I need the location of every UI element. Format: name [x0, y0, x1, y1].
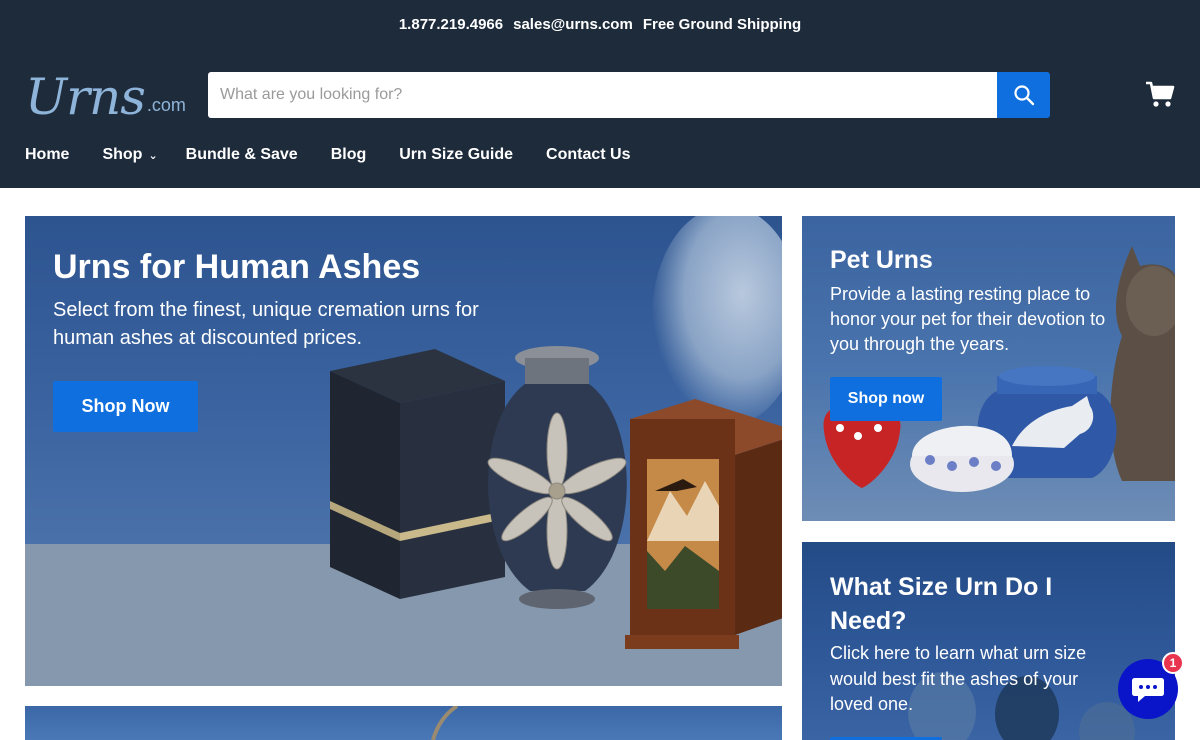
urn-size-guide-banner[interactable]: What Size Urn Do I Need? Click here to l…	[802, 542, 1175, 740]
hero-description: Select from the finest, unique cremation…	[53, 299, 479, 349]
nav-blog-label: Blog	[330, 146, 367, 163]
search-input[interactable]	[208, 72, 997, 118]
nav-bundle-save[interactable]: Bundle & Save	[186, 146, 298, 164]
cart-icon[interactable]	[1144, 78, 1176, 110]
next-banner[interactable]	[25, 706, 782, 740]
hero-urns-image	[330, 346, 782, 649]
size-guide-title: What Size Urn Do I Need?	[830, 573, 1053, 635]
search-icon	[1013, 85, 1034, 106]
pet-urns-description: Provide a lasting resting place to honor…	[830, 284, 1106, 354]
chat-icon	[1132, 678, 1164, 702]
nav-blog[interactable]: Blog	[331, 146, 367, 164]
pet-urns-title: Pet Urns	[830, 246, 933, 274]
nav-shop-label: Shop	[102, 146, 143, 163]
topbar-phone[interactable]: 1.877.219.4966	[399, 16, 503, 33]
hero-shop-now-button[interactable]: Shop Now	[53, 381, 198, 432]
size-guide-description: Click here to learn what urn size would …	[830, 643, 1087, 714]
nav-home[interactable]: Home	[25, 146, 69, 164]
nav-contact-us-label: Contact Us	[546, 146, 631, 163]
logo-wordmark: Urns	[25, 68, 146, 126]
search-bar	[208, 72, 1050, 118]
topbar-shipping: Free Ground Shipping	[642, 15, 802, 33]
nav-contact-us[interactable]: Contact Us	[546, 146, 630, 164]
next-banner-image	[431, 706, 459, 740]
hero-title: Urns for Human Ashes	[53, 248, 421, 286]
nav-urn-size-guide-label: Urn Size Guide	[399, 146, 514, 163]
nav-shop[interactable]: Shop ⌄	[102, 146, 157, 164]
pet-urns-banner[interactable]: Pet Urns Provide a lasting resting place…	[802, 216, 1175, 521]
pet-shop-now-button[interactable]: Shop now	[830, 377, 942, 421]
chat-notification-badge: 1	[1162, 652, 1184, 674]
nav-home-label: Home	[25, 146, 70, 163]
nav-urn-size-guide[interactable]: Urn Size Guide	[399, 146, 513, 164]
main-nav: Home Shop ⌄ Bundle & Save Blog Urn Size G…	[25, 146, 664, 164]
logo-suffix: .com	[146, 95, 186, 115]
topbar: 1.877.219.4966 sales@urns.com Free Groun…	[0, 0, 1200, 48]
site-header: Urns .com Home Shop ⌄ Bundle & Save Blog …	[0, 48, 1200, 188]
site-logo[interactable]: Urns .com	[25, 62, 186, 122]
chevron-down-icon: ⌄	[148, 149, 158, 162]
hero-banner-human-urns[interactable]: Urns for Human Ashes Select from the fin…	[25, 216, 782, 686]
nav-bundle-save-label: Bundle & Save	[185, 146, 298, 163]
search-button[interactable]	[997, 72, 1050, 118]
topbar-email[interactable]: sales@urns.com	[513, 16, 633, 33]
